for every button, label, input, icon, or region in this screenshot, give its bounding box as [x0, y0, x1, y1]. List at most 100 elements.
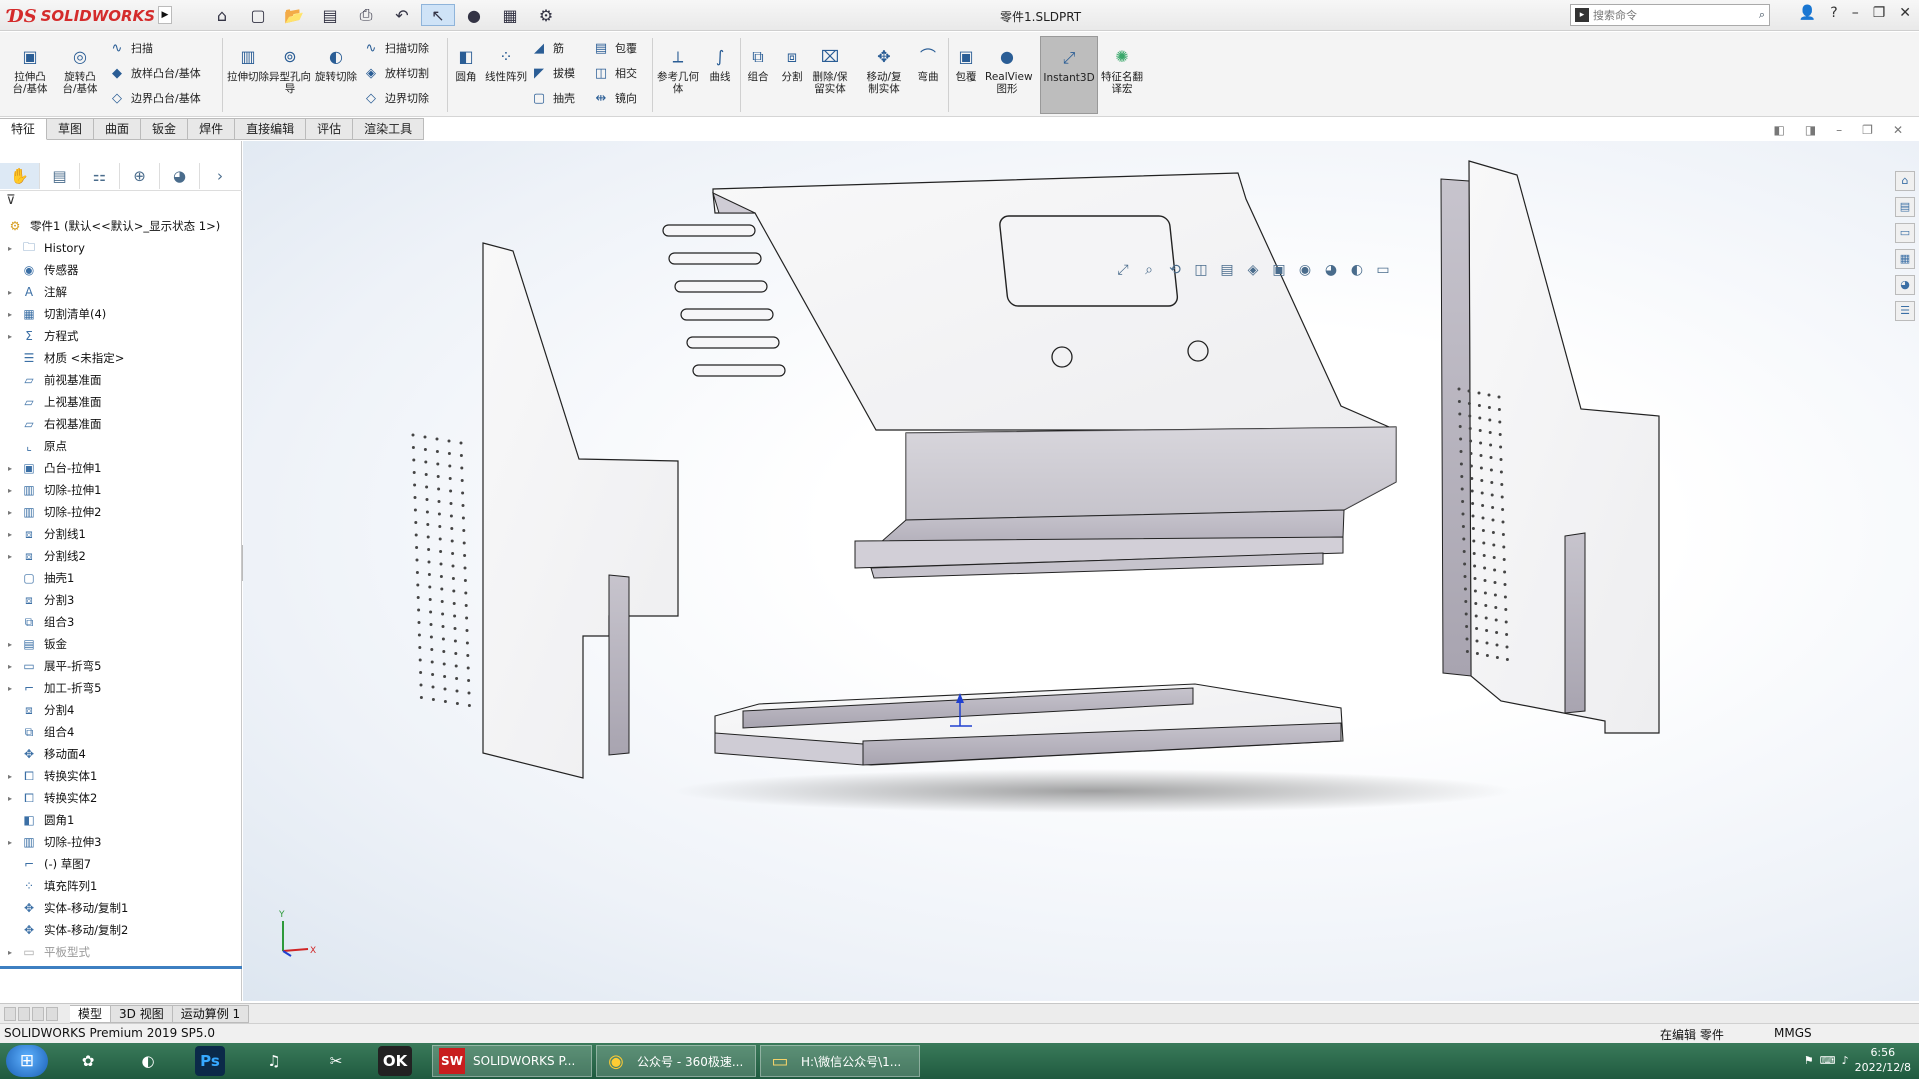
expand-arrow-icon[interactable]: ▸: [8, 288, 20, 297]
tab-3d-views[interactable]: 3D 视图: [111, 1004, 173, 1023]
expand-arrow-icon[interactable]: ▸: [8, 464, 20, 473]
home-icon[interactable]: ⌂: [205, 4, 239, 26]
tab-sheet-metal[interactable]: 钣金: [141, 118, 189, 140]
vp-restore-icon[interactable]: ❐: [1862, 123, 1873, 137]
help-icon[interactable]: ?: [1830, 5, 1837, 21]
expand-arrow-icon[interactable]: ▸: [8, 838, 20, 847]
open-document-icon[interactable]: 📂: [277, 4, 311, 26]
tree-node[interactable]: ▸ 🗀 History: [0, 237, 242, 259]
music-app-icon[interactable]: ♫: [256, 1046, 292, 1076]
new-document-icon[interactable]: ▢: [241, 4, 275, 26]
menu-expand-icon[interactable]: ▶: [158, 6, 172, 24]
next-tab-icon[interactable]: [32, 1006, 44, 1021]
panel-tabs-more-icon[interactable]: ›: [200, 163, 240, 189]
design-library-icon[interactable]: ▤: [1895, 197, 1915, 217]
file-properties-icon[interactable]: ▦: [493, 4, 527, 26]
expand-arrow-icon[interactable]: ▸: [8, 640, 20, 649]
tree-node[interactable]: ◧ 圆角1: [0, 809, 242, 831]
expand-arrow-icon[interactable]: ▸: [8, 552, 20, 561]
unit-system[interactable]: MMGS: [1774, 1026, 1812, 1040]
expand-arrow-icon[interactable]: ▸: [8, 486, 20, 495]
fillet-button[interactable]: ◧ 圆角: [444, 46, 488, 84]
tree-node[interactable]: ▸ ▦ 切割清单(4): [0, 303, 242, 325]
tree-node[interactable]: ▸ ⧈ 分割线1: [0, 523, 242, 545]
zoom-area-icon[interactable]: ⌕: [1139, 262, 1159, 282]
search-icon[interactable]: ⌕: [1759, 8, 1765, 22]
rib-button[interactable]: ◢ 筋: [530, 37, 564, 59]
tree-rollback-bar[interactable]: [0, 966, 242, 969]
taskbar-app-explorer[interactable]: ▭ H:\微信公众号\1...: [760, 1045, 920, 1077]
sweep-cut-button[interactable]: ∿ 扫描切除: [362, 37, 429, 59]
print-icon[interactable]: ⎙: [349, 4, 383, 26]
expand-arrow-icon[interactable]: ▸: [8, 662, 20, 671]
boundary-boss-button[interactable]: ◇ 边界凸台/基体: [108, 87, 201, 109]
tree-node[interactable]: ▸ ▤ 钣金: [0, 633, 242, 655]
save-icon[interactable]: ▤: [313, 4, 347, 26]
prev-tab-icon[interactable]: [18, 1006, 30, 1021]
delete-keep-body-button[interactable]: ⌧ 删除/保留实体: [808, 46, 852, 96]
section-view-icon[interactable]: ◫: [1191, 262, 1211, 282]
tree-node[interactable]: ⁘ 填充阵列1: [0, 875, 242, 897]
reference-geometry-button[interactable]: ⟂ 参考几何体: [656, 46, 700, 96]
expand-arrow-icon[interactable]: ▸: [8, 948, 20, 957]
tab-surfaces[interactable]: 曲面: [94, 118, 142, 140]
expand-arrow-icon[interactable]: ▸: [8, 772, 20, 781]
tree-node[interactable]: ▱ 前视基准面: [0, 369, 242, 391]
tab-model[interactable]: 模型: [70, 1004, 112, 1023]
hole-wizard-button[interactable]: ⊚ 异型孔向导: [268, 46, 312, 96]
browser-icon[interactable]: ◐: [130, 1046, 166, 1076]
tree-node[interactable]: ▱ 右视基准面: [0, 413, 242, 435]
tree-node[interactable]: ⌐ (-) 草图7: [0, 853, 242, 875]
display-style-icon[interactable]: ▣: [1269, 262, 1289, 282]
tree-node[interactable]: ▸ ▭ 平板型式: [0, 941, 242, 963]
tree-node[interactable]: ✥ 移动面4: [0, 743, 242, 765]
user-icon[interactable]: 👤: [1799, 5, 1816, 21]
loft-button[interactable]: ◆ 放样凸台/基体: [108, 62, 201, 84]
solidworks-resources-icon[interactable]: ⌂: [1895, 171, 1915, 191]
tree-node[interactable]: ▢ 抽壳1: [0, 567, 242, 589]
tree-node[interactable]: ▸ ▭ 展平-折弯5: [0, 655, 242, 677]
tab-motion-study[interactable]: 运动算例 1: [172, 1004, 250, 1023]
view-palette-icon[interactable]: ▦: [1895, 249, 1915, 269]
draft-button[interactable]: ◤ 拔模: [530, 62, 575, 84]
last-tab-icon[interactable]: [46, 1006, 58, 1021]
sweep-button[interactable]: ∿ 扫描: [108, 37, 153, 59]
linear-pattern-button[interactable]: ⁘ 线性阵列: [484, 46, 528, 84]
dimxpert-tab-icon[interactable]: ⊕: [120, 162, 160, 189]
tree-node[interactable]: ▸ ▥ 切除-拉伸2: [0, 501, 242, 523]
expand-arrow-icon[interactable]: ▸: [8, 794, 20, 803]
view-orientation-icon[interactable]: ◈: [1243, 262, 1263, 282]
tree-node[interactable]: ▸ ▥ 切除-拉伸3: [0, 831, 242, 853]
appearances-icon[interactable]: ◕: [1895, 275, 1915, 295]
tree-node[interactable]: ▸ ⌐ 加工-折弯5: [0, 677, 242, 699]
tree-node[interactable]: ⧉ 组合4: [0, 721, 242, 743]
taskbar-app-browser[interactable]: ◉ 公众号 - 360极速...: [596, 1045, 756, 1077]
realview-button[interactable]: ● RealView 图形: [985, 46, 1033, 96]
tree-node[interactable]: ✥ 实体-移动/复制2: [0, 919, 242, 941]
close-icon[interactable]: ✕: [1899, 5, 1911, 21]
instant3d-button[interactable]: ⤢ Instant3D: [1040, 36, 1098, 114]
vp-close-icon[interactable]: ✕: [1893, 123, 1903, 137]
move-copy-body-button[interactable]: ✥ 移动/复制实体: [862, 46, 906, 96]
tray-flag-icon[interactable]: ⚑: [1804, 1054, 1814, 1067]
display-manager-tab-icon[interactable]: ◕: [160, 162, 200, 189]
tab-weldments[interactable]: 焊件: [188, 118, 236, 140]
tree-node[interactable]: ⧈ 分割4: [0, 699, 242, 721]
vp-minimize-icon[interactable]: –: [1836, 123, 1842, 137]
first-tab-icon[interactable]: [4, 1006, 16, 1021]
tree-node[interactable]: ▸ ▣ 凸台-拉伸1: [0, 457, 242, 479]
revolve-cut-button[interactable]: ◐ 旋转切除: [314, 46, 358, 84]
filter-icon[interactable]: ⊽: [6, 193, 16, 208]
tree-node[interactable]: ◉ 传感器: [0, 259, 242, 281]
tree-node[interactable]: ▸ Σ 方程式: [0, 325, 242, 347]
tile-right-icon[interactable]: ◨: [1805, 123, 1816, 137]
tree-node[interactable]: ▱ 上视基准面: [0, 391, 242, 413]
search-commands-input[interactable]: ▸ 搜索命令 ⌕: [1570, 4, 1770, 26]
previous-view-icon[interactable]: ⟲: [1165, 262, 1185, 282]
wrap-button[interactable]: ▤ 包覆: [592, 37, 637, 59]
graphics-viewport[interactable]: Y X ⤢ ⌕ ⟲ ◫ ▤ ◈ ▣ ◉ ◕ ◐ ▭: [243, 141, 1919, 1001]
view-settings-icon[interactable]: ▭: [1373, 262, 1393, 282]
tile-left-icon[interactable]: ◧: [1773, 123, 1784, 137]
undo-icon[interactable]: ↶: [385, 4, 419, 26]
apply-scene-icon[interactable]: ◐: [1347, 262, 1367, 282]
